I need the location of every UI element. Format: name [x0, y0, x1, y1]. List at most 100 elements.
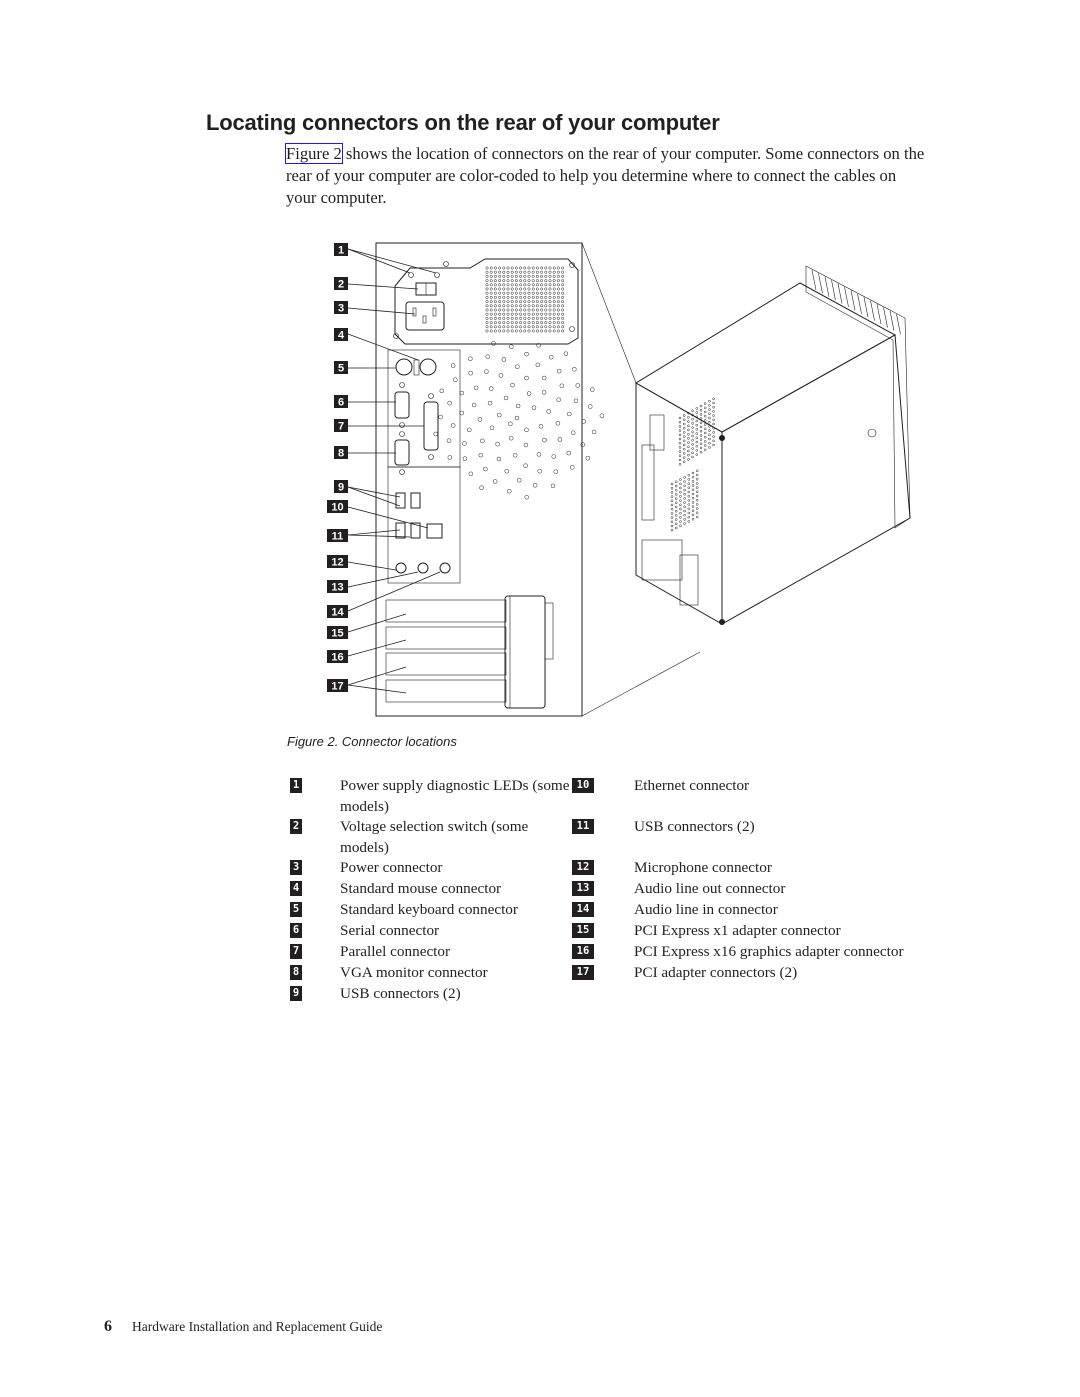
perspective-line-bottom	[581, 651, 701, 717]
intro-text: shows the location of connectors on the …	[286, 144, 925, 207]
slot-retention-bracket	[504, 595, 546, 709]
legend-badge: 6	[290, 923, 302, 938]
legend-badge: 14	[572, 902, 594, 917]
legend-badge: 11	[572, 819, 594, 834]
svg-text:1: 1	[338, 245, 344, 257]
callout-4: 4	[334, 328, 348, 342]
legend-badge: 3	[290, 860, 302, 875]
legend-label: Ethernet connector	[634, 777, 750, 794]
legend-label: Microphone connector	[634, 859, 772, 876]
pci-slot	[385, 679, 507, 703]
legend-label: Parallel connector	[340, 943, 451, 960]
svg-text:9: 9	[338, 482, 344, 494]
svg-text:3: 3	[338, 303, 344, 315]
document-title: Hardware Installation and Replacement Gu…	[132, 1319, 383, 1334]
legend-item: 15 PCI Express x1 adapter connector	[570, 920, 990, 941]
callout-1: 1	[334, 243, 348, 257]
perspective-line-top	[581, 242, 637, 384]
legend-item: 10 Ethernet connector	[570, 775, 990, 816]
svg-text:14: 14	[331, 607, 344, 619]
page-number: 6	[104, 1318, 112, 1335]
power-supply	[393, 258, 579, 345]
legend-item: 14 Audio line in connector	[570, 899, 990, 920]
legend-item: 7 Parallel connector	[290, 941, 580, 962]
legend-label: PCI adapter connectors (2)	[634, 964, 798, 981]
line-in-jack-icon	[439, 562, 451, 574]
svg-text:8: 8	[338, 448, 344, 460]
svg-text:7: 7	[338, 421, 344, 433]
legend-item: 3 Power connector	[290, 857, 580, 878]
diagnostic-led-icon	[408, 272, 414, 278]
legend-badge: 16	[572, 944, 594, 959]
computer-rear-illustration: 1 2 3 4 5 6 7 8 9 10 11 12 13 14 15 16 1…	[327, 242, 911, 717]
legend-item: 6 Serial connector	[290, 920, 580, 941]
figure-caption: Figure 2. Connector locations	[287, 734, 457, 749]
page-footer: 6 Hardware Installation and Replacement G…	[104, 1318, 382, 1336]
callout-15: 15	[327, 626, 348, 640]
mouse-port-icon	[395, 358, 413, 376]
legend-badge: 9	[290, 986, 302, 1001]
legend-item: 8 VGA monitor connector	[290, 962, 580, 983]
keyboard-port-icon	[419, 358, 437, 376]
legend-label: Audio line in connector	[634, 901, 778, 918]
legend-label: Voltage selection switch (some models)	[340, 818, 529, 856]
svg-text:11: 11	[332, 531, 344, 543]
legend-badge: 7	[290, 944, 302, 959]
connector-locations-figure: 1 2 3 4 5 6 7 8 9 10 11 12 13 14 15 16 1…	[300, 235, 940, 725]
legend-label: USB connectors (2)	[340, 985, 461, 1002]
case-fan-grill	[433, 341, 605, 500]
callout-6: 6	[334, 395, 348, 409]
legend-right-column: 10 Ethernet connector 11 USB connectors (2…	[570, 775, 990, 983]
legend-item: 4 Standard mouse connector	[290, 878, 580, 899]
legend-item: 11 USB connectors (2)	[570, 816, 990, 857]
legend-label: PCI Express x16 graphics adapter connect…	[634, 943, 904, 960]
tower-isometric-view	[635, 265, 911, 625]
callout-10: 10	[327, 500, 348, 514]
legend-left-column: 1 Power supply diagnostic LEDs (some mode…	[290, 775, 580, 1004]
legend-badge: 2	[290, 819, 302, 834]
svg-text:15: 15	[331, 628, 343, 640]
ethernet-port-icon	[426, 523, 443, 539]
intro-paragraph: Figure 2 shows the location of connector…	[285, 143, 926, 209]
tower-top	[635, 282, 897, 433]
legend-label: Power supply diagnostic LEDs (some model…	[340, 777, 570, 815]
parallel-port-icon	[423, 401, 439, 451]
callout-17: 17	[327, 679, 348, 693]
legend-label: Audio line out connector	[634, 880, 786, 897]
figure-2-link[interactable]: Figure 2	[285, 143, 343, 164]
legend-label: Serial connector	[340, 922, 440, 939]
usb-port-icon	[410, 492, 421, 509]
legend-item: 17 PCI adapter connectors (2)	[570, 962, 990, 983]
tower-side	[721, 334, 911, 625]
svg-text:17: 17	[331, 681, 343, 693]
pci-express-x16-slot	[385, 626, 507, 650]
expansion-slots	[385, 595, 554, 709]
svg-text:4: 4	[338, 330, 345, 342]
legend-item: 1 Power supply diagnostic LEDs (some mode…	[290, 775, 580, 816]
callout-14: 14	[327, 605, 348, 619]
callout-11: 11	[327, 529, 348, 543]
pci-slot	[385, 652, 507, 676]
pci-express-x1-slot	[385, 599, 507, 623]
legend-badge: 15	[572, 923, 594, 938]
legend-item: 5 Standard keyboard connector	[290, 899, 580, 920]
legend-label: Standard mouse connector	[340, 880, 502, 897]
diagnostic-led-icon	[434, 272, 440, 278]
tower-lock-icon	[867, 428, 877, 438]
callout-12: 12	[327, 555, 348, 569]
legend-item: 12 Microphone connector	[570, 857, 990, 878]
callout-9: 9	[334, 480, 348, 494]
legend-badge: 10	[572, 778, 594, 793]
legend-label: Standard keyboard connector	[340, 901, 518, 918]
callout-13: 13	[327, 580, 348, 594]
legend-badge: 17	[572, 965, 594, 980]
legend-badge: 4	[290, 881, 302, 896]
svg-text:13: 13	[331, 582, 343, 594]
legend-label: PCI Express x1 adapter connector	[634, 922, 841, 939]
callout-5: 5	[334, 361, 348, 375]
callout-7: 7	[334, 419, 348, 433]
psu-vent-grill	[485, 266, 565, 333]
usb-port-icon	[395, 492, 406, 509]
legend-label: Power connector	[340, 859, 443, 876]
svg-text:2: 2	[338, 279, 344, 291]
